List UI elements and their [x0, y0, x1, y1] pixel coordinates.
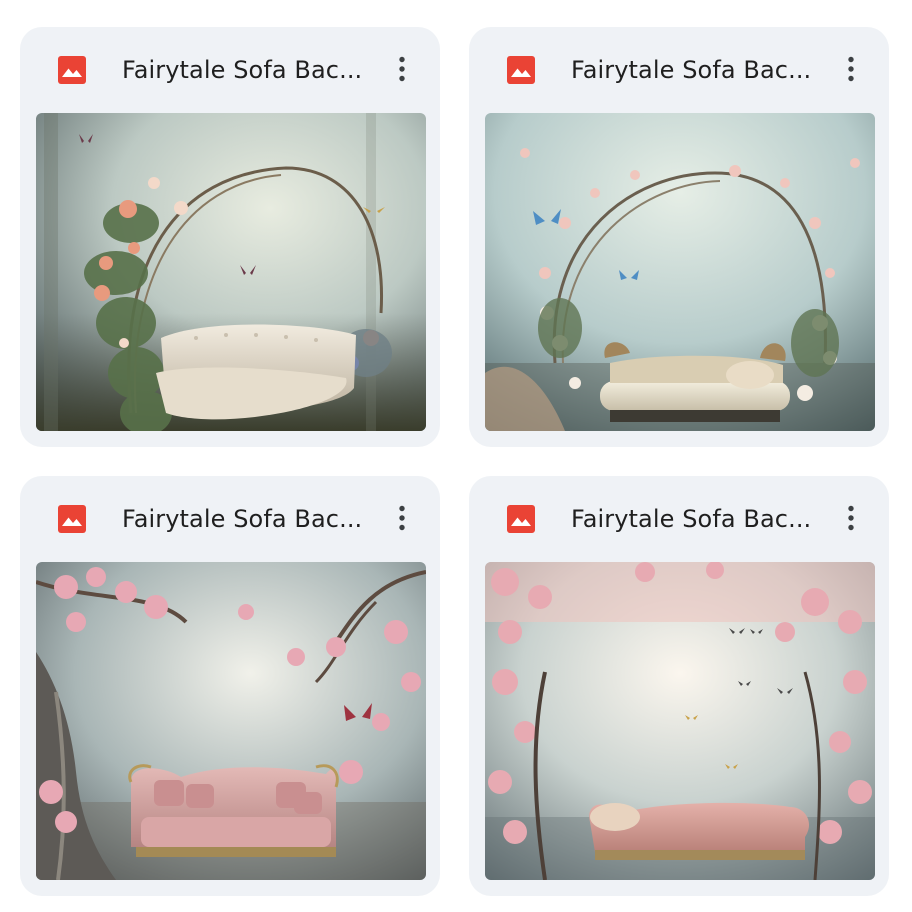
file-card[interactable]: Fairytale Sofa Bac...	[469, 476, 889, 896]
file-title: Fairytale Sofa Bac...	[122, 505, 363, 533]
file-thumbnail[interactable]	[485, 562, 875, 880]
file-thumbnail[interactable]	[36, 113, 426, 431]
file-grid: Fairytale Sofa Bac... Fairytale Sofa Bac…	[0, 0, 912, 912]
file-thumbnail[interactable]	[485, 113, 875, 431]
file-card[interactable]: Fairytale Sofa Bac...	[469, 27, 889, 447]
file-card[interactable]: Fairytale Sofa Bac...	[20, 476, 440, 896]
file-title: Fairytale Sofa Bac...	[571, 505, 812, 533]
file-title: Fairytale Sofa Bac...	[571, 56, 812, 84]
file-card[interactable]: Fairytale Sofa Bac...	[20, 27, 440, 447]
more-vert-icon[interactable]	[382, 498, 422, 538]
image-icon	[507, 56, 535, 84]
file-title: Fairytale Sofa Bac...	[122, 56, 363, 84]
file-card-header: Fairytale Sofa Bac...	[469, 476, 889, 562]
more-vert-icon[interactable]	[831, 49, 871, 89]
image-icon	[58, 505, 86, 533]
image-icon	[58, 56, 86, 84]
more-vert-icon[interactable]	[382, 49, 422, 89]
file-card-header: Fairytale Sofa Bac...	[20, 476, 440, 562]
file-card-header: Fairytale Sofa Bac...	[469, 27, 889, 113]
image-icon	[507, 505, 535, 533]
file-card-header: Fairytale Sofa Bac...	[20, 27, 440, 113]
file-thumbnail[interactable]	[36, 562, 426, 880]
more-vert-icon[interactable]	[831, 498, 871, 538]
